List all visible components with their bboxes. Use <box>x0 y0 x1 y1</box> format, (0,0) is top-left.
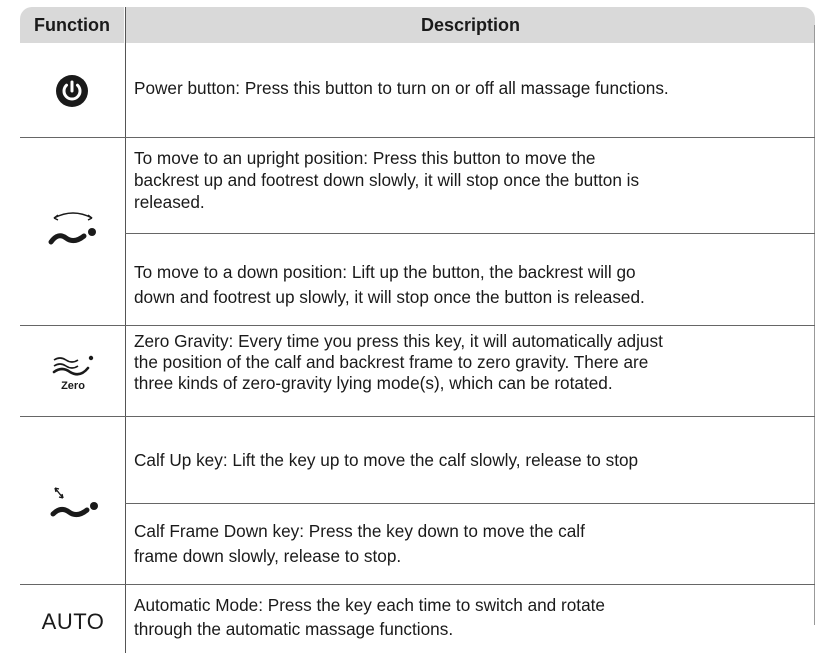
power-icon <box>44 71 100 111</box>
row-divider <box>20 416 815 417</box>
zero-gravity-icon: Zero <box>42 347 104 397</box>
column-divider <box>125 7 126 653</box>
zero-icon-label: Zero <box>61 380 85 392</box>
power-description: Power button: Press this button to turn … <box>134 78 669 98</box>
subrow-divider <box>125 503 815 504</box>
auto-description: Automatic Mode: Press the key each time … <box>134 595 605 639</box>
upright-description: To move to an upright position: Press th… <box>134 148 640 212</box>
auto-label: AUTO <box>41 609 105 634</box>
function-table: Function Description Power button: Press… <box>20 7 815 653</box>
calf-adjust-icon <box>40 481 106 527</box>
row-divider <box>20 584 815 585</box>
calf-down-description: Calf Frame Down key: Press the key down … <box>134 521 585 566</box>
down-description: To move to a down position: Lift up the … <box>134 262 645 307</box>
recline-up-down-icon <box>38 203 108 253</box>
row-divider <box>20 325 815 326</box>
subrow-divider <box>125 233 815 234</box>
header-function: Function <box>20 7 124 43</box>
calf-up-description: Calf Up key: Lift the key up to move the… <box>134 450 639 470</box>
header-description: Description <box>126 7 815 43</box>
row-divider <box>20 137 815 138</box>
zero-gravity-description: Zero Gravity: Every time you press this … <box>134 331 663 393</box>
